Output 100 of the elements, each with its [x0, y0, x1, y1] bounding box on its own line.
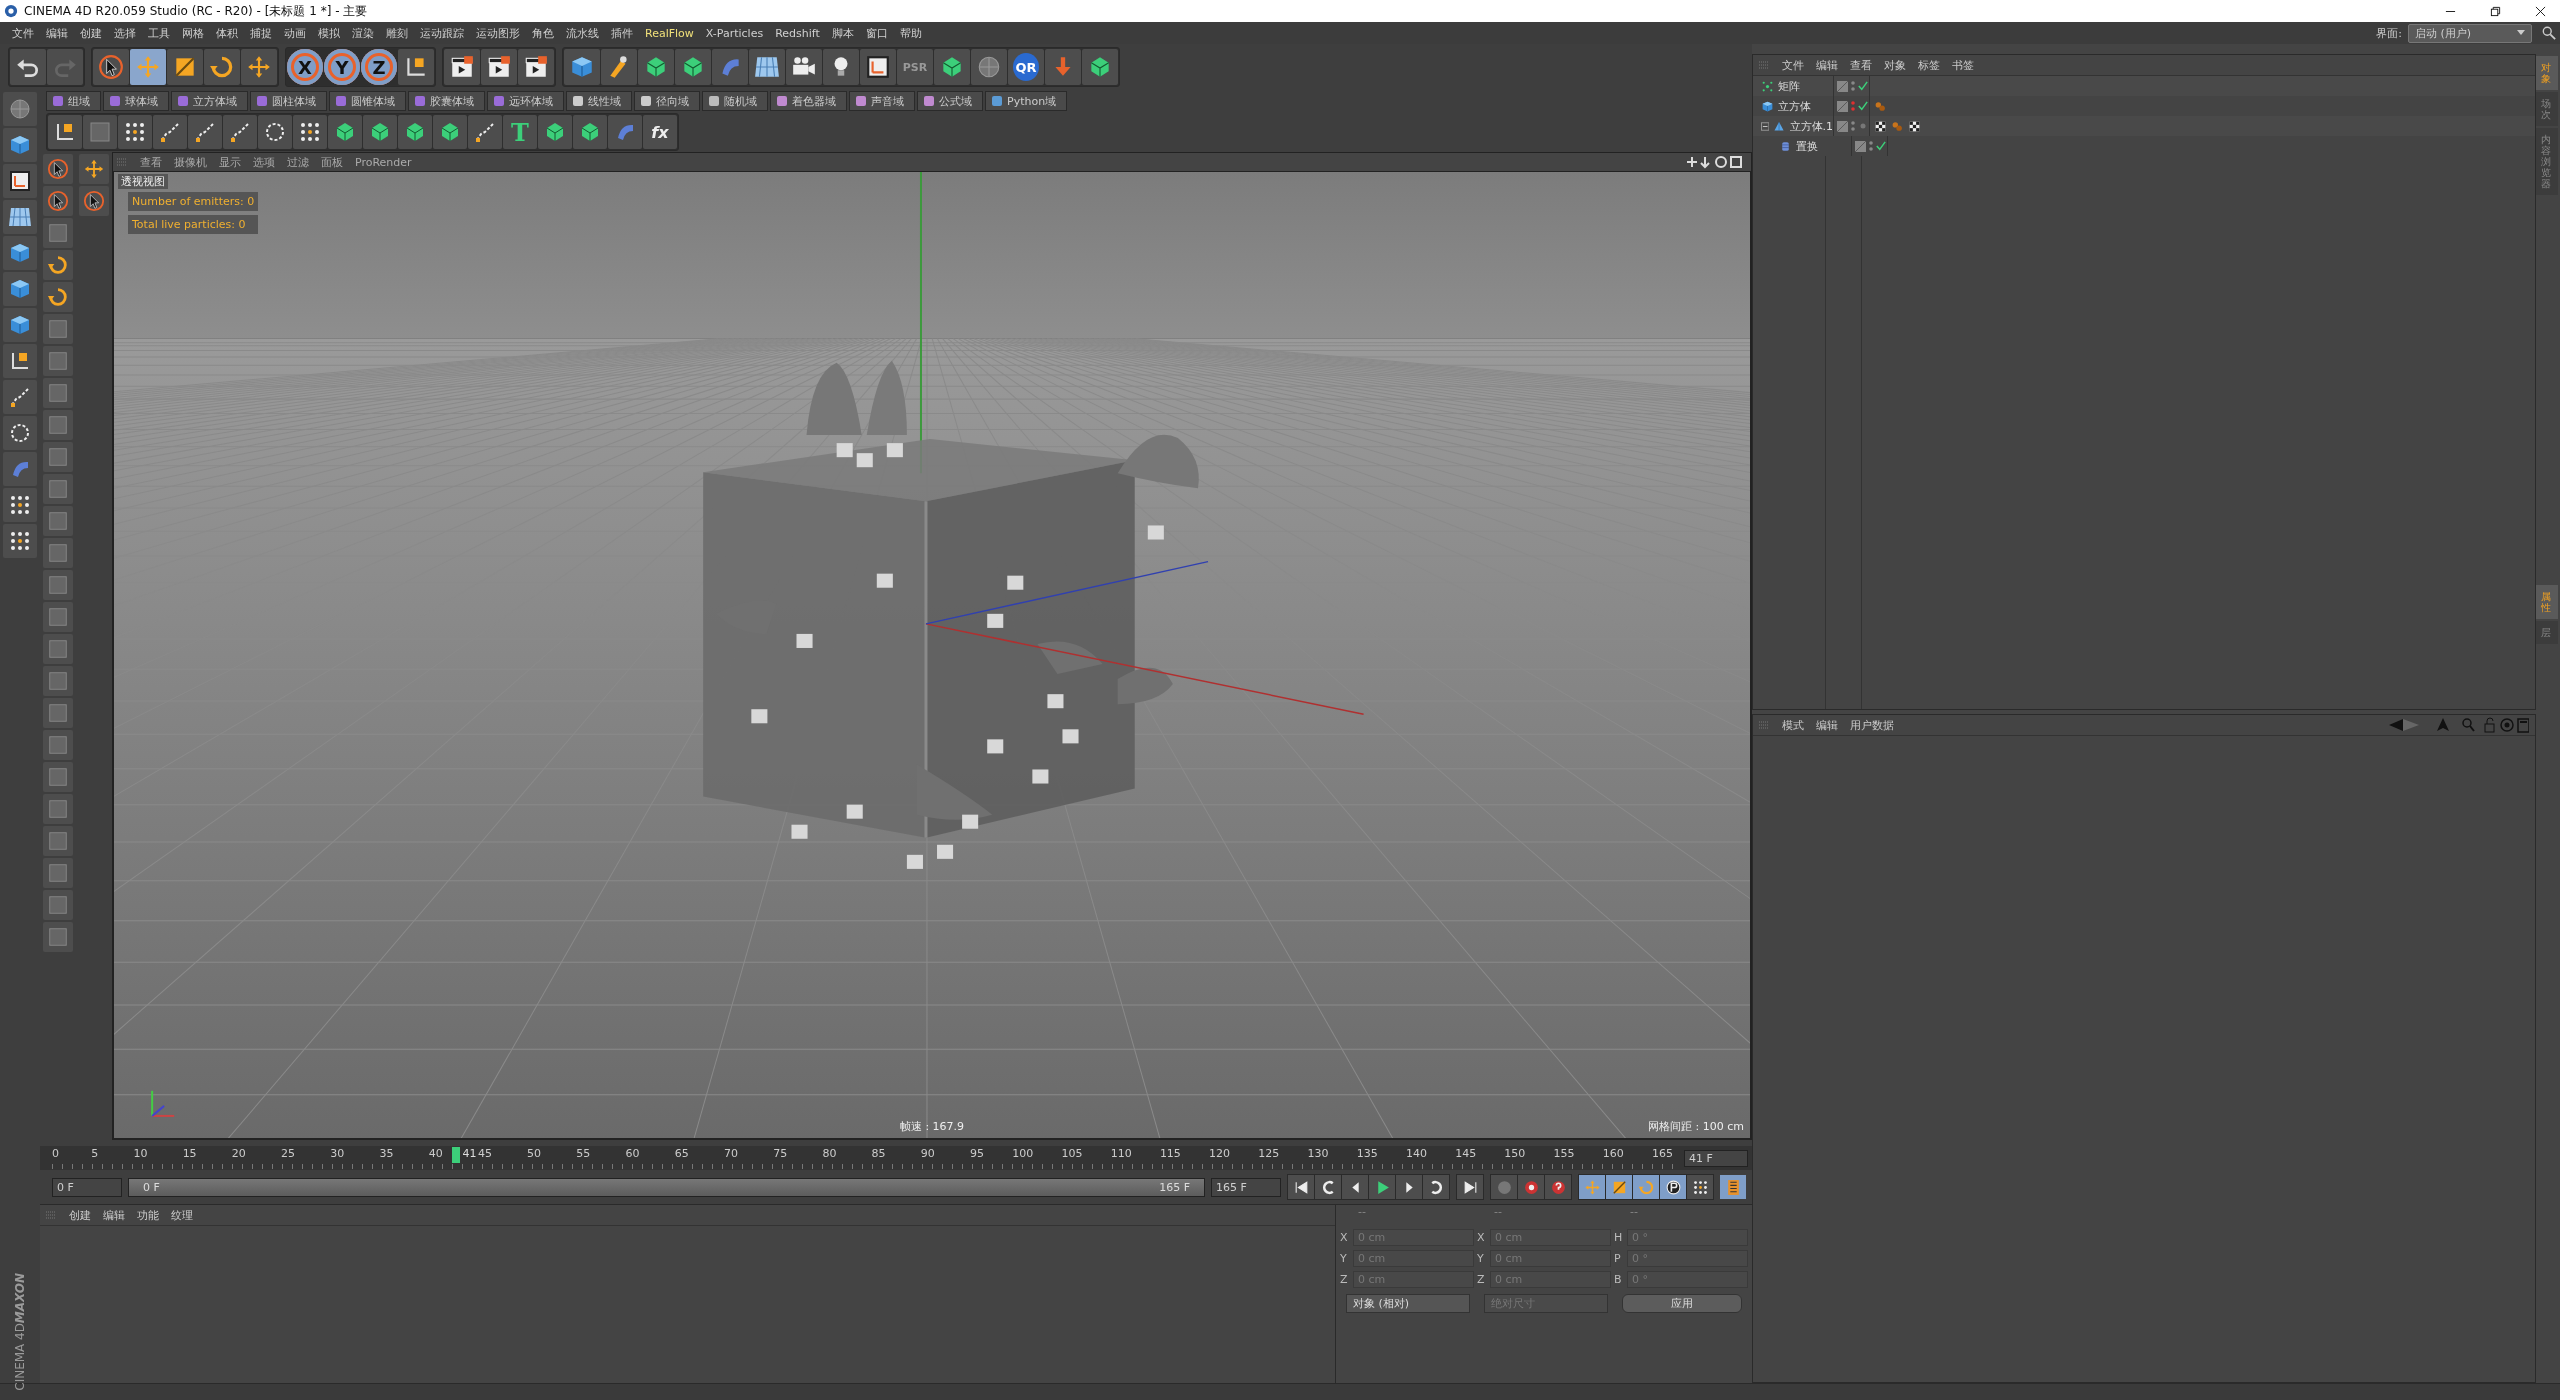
- layer-icon[interactable]: [1837, 120, 1848, 132]
- object-button[interactable]: [786, 49, 822, 85]
- checker-tag-icon[interactable]: [1874, 119, 1887, 133]
- menu-item[interactable]: 体积: [210, 25, 244, 41]
- tool-button[interactable]: [573, 115, 607, 149]
- material-menu-item[interactable]: 纹理: [166, 1207, 198, 1223]
- menu-item[interactable]: 运动图形: [470, 25, 526, 41]
- coordinate-system-button[interactable]: [398, 49, 434, 85]
- playhead[interactable]: [451, 1147, 460, 1163]
- field-button[interactable]: 胶囊体域: [408, 91, 485, 111]
- tree-toggle-icon[interactable]: [1761, 121, 1770, 131]
- mode-button[interactable]: [3, 344, 37, 378]
- menu-item[interactable]: 帮助: [893, 25, 928, 41]
- menu-item[interactable]: 插件: [605, 25, 639, 41]
- viewport-menu-item[interactable]: 选项: [248, 154, 280, 170]
- tool-button[interactable]: [223, 115, 257, 149]
- axis-lock-button[interactable]: Z: [361, 49, 397, 85]
- object-button[interactable]: [860, 49, 896, 85]
- layer-icon[interactable]: [1837, 100, 1848, 112]
- menu-item[interactable]: 脚本: [825, 25, 860, 41]
- play-button[interactable]: [1369, 1175, 1395, 1199]
- menu-item[interactable]: 运动跟踪: [414, 25, 470, 41]
- field-button[interactable]: 随机域: [702, 91, 768, 111]
- attributes-menu-item[interactable]: 模式: [1777, 717, 1809, 733]
- field-button[interactable]: 球体域: [103, 91, 169, 111]
- close-icon[interactable]: [2535, 5, 2546, 17]
- dot-icon[interactable]: [1858, 121, 1868, 131]
- menu-item[interactable]: 角色: [526, 25, 560, 41]
- menu-item[interactable]: 捕捉: [244, 25, 278, 41]
- viewport-menu-item[interactable]: 显示: [214, 154, 246, 170]
- field-button[interactable]: 圆柱体域: [250, 91, 327, 111]
- attributes-menu-item[interactable]: 编辑: [1811, 717, 1843, 733]
- tool-button[interactable]: [433, 115, 467, 149]
- object-name[interactable]: 矩阵: [1778, 78, 1800, 94]
- material-menu-item[interactable]: 功能: [132, 1207, 164, 1223]
- object-menu-item[interactable]: 对象: [1879, 57, 1911, 73]
- menu-item[interactable]: 流水线: [560, 25, 605, 41]
- visibility-dots-icon[interactable]: [1851, 100, 1855, 112]
- tool-button[interactable]: [43, 154, 73, 184]
- undo-button[interactable]: [10, 49, 46, 85]
- next-frame-button[interactable]: [1396, 1175, 1422, 1199]
- visibility-dots-icon[interactable]: [1851, 120, 1855, 132]
- auto-key-button[interactable]: [1545, 1175, 1571, 1199]
- record-button[interactable]: [1518, 1175, 1544, 1199]
- menu-item[interactable]: Redshift: [769, 26, 826, 40]
- panel-tab[interactable]: 对象: [2536, 56, 2558, 90]
- key-parameter-button[interactable]: [1660, 1175, 1686, 1199]
- coordinate-mode-dropdown[interactable]: 对象 (相对): [1346, 1294, 1470, 1313]
- tool-button[interactable]: [43, 282, 73, 312]
- mode-button[interactable]: [3, 416, 37, 450]
- viewport-menu-item[interactable]: 查看: [135, 154, 167, 170]
- restore-icon[interactable]: [2490, 5, 2501, 17]
- visibility-dots-icon[interactable]: [1869, 140, 1873, 152]
- viewport[interactable]: 透视视图 Number of emitters: 0 Total live particles: 0 帧速 : 167.9 网格间距 : 100 cm: [113, 171, 1751, 1139]
- tool-button[interactable]: [118, 115, 152, 149]
- start-frame-field[interactable]: 0 F: [52, 1177, 122, 1197]
- visibility-dots-icon[interactable]: [1851, 80, 1855, 92]
- field-button[interactable]: 公式域: [917, 91, 983, 111]
- menu-item[interactable]: 文件: [6, 25, 40, 41]
- menu-item[interactable]: 编辑: [40, 25, 74, 41]
- layout-dropdown[interactable]: 启动 (用户): [2408, 23, 2532, 43]
- timeline-ruler[interactable]: 0 5 10 15 20 25 30 35 40 4145 50 55 60 65 70 75 80 85 90 95 100 105 110 115 120 125 130 135 140 145 150 155 160 165: [52, 1147, 1676, 1169]
- tool-button[interactable]: [79, 186, 109, 216]
- menu-item[interactable]: RealFlow: [639, 26, 700, 40]
- tool-button[interactable]: [43, 250, 73, 280]
- field-button[interactable]: Python域: [985, 91, 1068, 111]
- check-icon[interactable]: [1858, 101, 1868, 111]
- plugin-button[interactable]: [1082, 49, 1118, 85]
- object-name[interactable]: 立方体.1: [1789, 118, 1833, 134]
- menu-item[interactable]: 窗口: [859, 25, 894, 41]
- object-menu-item[interactable]: 编辑: [1811, 57, 1843, 73]
- menu-item[interactable]: 创建: [74, 25, 108, 41]
- mode-button[interactable]: [3, 164, 37, 198]
- field-button[interactable]: 立方体域: [171, 91, 248, 111]
- text-tool-button[interactable]: T: [503, 115, 537, 149]
- previous-key-button[interactable]: [1315, 1175, 1341, 1199]
- panel-tab[interactable]: 内容浏览器: [2536, 128, 2558, 195]
- navigation-icon[interactable]: [1685, 155, 1745, 169]
- menu-item[interactable]: X-Particles: [699, 26, 770, 40]
- tool-button[interactable]: [363, 115, 397, 149]
- viewport-menu-item[interactable]: 摄像机: [169, 154, 212, 170]
- menu-item[interactable]: 选择: [108, 25, 142, 41]
- next-key-button[interactable]: [1423, 1175, 1449, 1199]
- menu-item[interactable]: 工具: [142, 25, 176, 41]
- mode-button[interactable]: [3, 488, 37, 522]
- frame-range-slider[interactable]: 0 F 165 F: [129, 1178, 1204, 1196]
- check-icon[interactable]: [1858, 81, 1868, 91]
- globe-button[interactable]: [3, 92, 37, 126]
- field-button[interactable]: 声音域: [849, 91, 915, 111]
- field-button[interactable]: 径向域: [634, 91, 700, 111]
- field-button[interactable]: 圆锥体域: [329, 91, 406, 111]
- tool-button[interactable]: [293, 115, 327, 149]
- panel-tab[interactable]: 属性: [2536, 585, 2558, 619]
- object-menu-item[interactable]: 书签: [1947, 57, 1979, 73]
- material-menu-item[interactable]: 编辑: [98, 1207, 130, 1223]
- tool-button[interactable]: [188, 115, 222, 149]
- tool-button[interactable]: [328, 115, 362, 149]
- object-button[interactable]: [823, 49, 859, 85]
- viewport-menu-item[interactable]: 过滤: [282, 154, 314, 170]
- go-to-start-button[interactable]: [1288, 1175, 1314, 1199]
